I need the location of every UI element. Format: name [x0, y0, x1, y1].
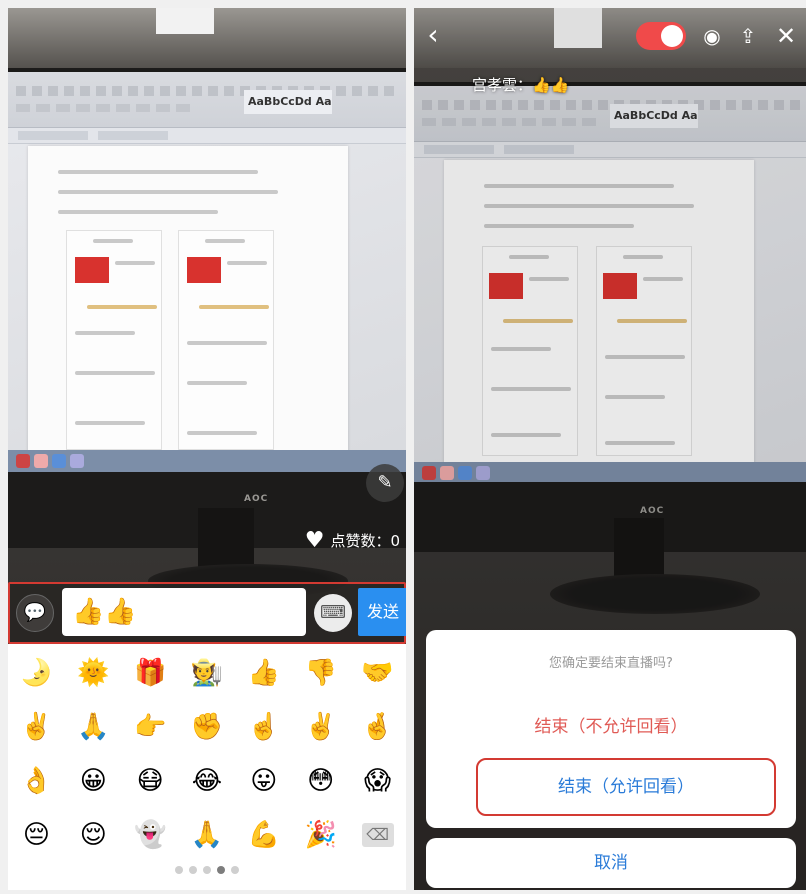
emoji-key[interactable]: 🙏	[65, 704, 122, 750]
live-toggle[interactable]	[636, 22, 686, 50]
live-panel-left: AaBbCcDd AaBb AaBbCc	[8, 8, 406, 890]
emoji-key[interactable]: 🎉	[292, 812, 349, 858]
pen-button[interactable]: ✎	[366, 464, 404, 502]
dialog-prompt: 您确定要结束直播吗?	[549, 656, 673, 671]
doc-card-right	[178, 230, 274, 450]
monitor-screen: AaBbCcDd AaBb AaBbCc	[8, 72, 406, 472]
share-icon[interactable]: ⇪	[734, 22, 762, 50]
emoji-key[interactable]: 👎	[292, 650, 349, 696]
heart-icon: ♥	[304, 528, 325, 553]
emoji-key[interactable]: 👌	[8, 758, 65, 804]
send-button[interactable]: 发送	[358, 588, 406, 636]
ribbon-styles: AaBbCcDd AaBb AaBbCc	[244, 90, 332, 114]
likes-counter: ♥ 点赞数：0	[305, 528, 400, 553]
emoji-key[interactable]: 😛	[235, 758, 292, 804]
emoji-key[interactable]: 💪	[235, 812, 292, 858]
live-panel-right: AaBbCcDd AaBb AaBbCc	[414, 8, 806, 890]
emoji-grid: 🌛 🌞 🎁 🧑‍🌾 👍 👎 🤝 ✌️ 🙏 👉 ✊ ☝️ ✌️ 🤞 👌 😀 😷 😂 😛 😳 😱 😔 😌 👻 🙏 💪 🎉 ⌫	[8, 650, 406, 858]
emoji-key[interactable]: ✊	[179, 704, 236, 750]
top-bar: ‹ ◉ ⇪ ✕	[414, 8, 806, 64]
emoji-key[interactable]: 👻	[122, 812, 179, 858]
live-comment: 宫孝雲：👍👍	[472, 76, 570, 94]
emoji-pager	[8, 866, 406, 874]
emoji-key[interactable]: 🎁	[122, 650, 179, 696]
emoji-panel: 🌛 🌞 🎁 🧑‍🌾 👍 👎 🤝 ✌️ 🙏 👉 ✊ ☝️ ✌️ 🤞 👌 😀 😷 😂 😛 😳 😱 😔 😌 👻 🙏 💪 🎉 ⌫	[8, 644, 406, 890]
camera-icon[interactable]: ◉	[698, 22, 726, 50]
pager-dot[interactable]	[189, 866, 197, 874]
emoji-key[interactable]: ✌️	[8, 704, 65, 750]
emoji-key[interactable]: 😔	[8, 812, 65, 858]
pager-dot[interactable]	[217, 866, 225, 874]
close-icon[interactable]: ✕	[772, 22, 800, 50]
emoji-key[interactable]: 🌞	[65, 650, 122, 696]
message-input[interactable]: 👍👍	[62, 588, 306, 636]
taskbar	[8, 450, 406, 472]
document-page	[28, 146, 348, 472]
pager-dot[interactable]	[203, 866, 211, 874]
emoji-key[interactable]: ☝️	[235, 704, 292, 750]
emoji-key[interactable]: ✌️	[292, 704, 349, 750]
cancel-button[interactable]: 取消	[426, 838, 796, 888]
emoji-key[interactable]: 😀	[65, 758, 122, 804]
pen-icon: ✎	[377, 472, 393, 493]
emoji-key[interactable]: 🤞	[349, 704, 406, 750]
emoji-key[interactable]: 😂	[179, 758, 236, 804]
chat-bubble-icon[interactable]: 💬	[16, 594, 54, 632]
emoji-key[interactable]: 😌	[65, 812, 122, 858]
pager-dot[interactable]	[175, 866, 183, 874]
emoji-key[interactable]: 👉	[122, 704, 179, 750]
emoji-key[interactable]: 🙏	[179, 812, 236, 858]
emoji-key[interactable]: 🤝	[349, 650, 406, 696]
emoji-key[interactable]: 🧑‍🌾	[179, 650, 236, 696]
backspace-icon: ⌫	[361, 823, 394, 847]
emoji-key[interactable]: 😱	[349, 758, 406, 804]
card-thumbnail	[187, 257, 221, 283]
word-ribbon: AaBbCcDd AaBb AaBbCc	[8, 72, 406, 128]
message-input-bar: 💬 👍👍 ⌨ 发送	[8, 582, 406, 644]
doc-card-left	[66, 230, 162, 450]
end-no-replay-button[interactable]: 结束（不允许回看）	[426, 712, 796, 737]
likes-label: 点赞数：0	[330, 532, 400, 550]
back-icon[interactable]: ‹	[420, 18, 446, 52]
delete-key[interactable]: ⌫	[349, 812, 406, 858]
doc-tabstrip	[8, 128, 406, 144]
card-thumbnail	[75, 257, 109, 283]
end-allow-replay-button[interactable]: 结束（允许回看）	[476, 758, 776, 816]
emoji-key[interactable]: 🌛	[8, 650, 65, 696]
emoji-key[interactable]: 👍	[235, 650, 292, 696]
monitor-brand: AOC	[244, 494, 269, 504]
keyboard-icon[interactable]: ⌨	[314, 594, 352, 632]
emoji-key[interactable]: 😷	[122, 758, 179, 804]
pager-dot[interactable]	[231, 866, 239, 874]
end-live-dialog: 您确定要结束直播吗? 结束（不允许回看） 结束（允许回看）	[426, 630, 796, 828]
ceiling-light	[156, 8, 214, 34]
emoji-key[interactable]: 😳	[292, 758, 349, 804]
